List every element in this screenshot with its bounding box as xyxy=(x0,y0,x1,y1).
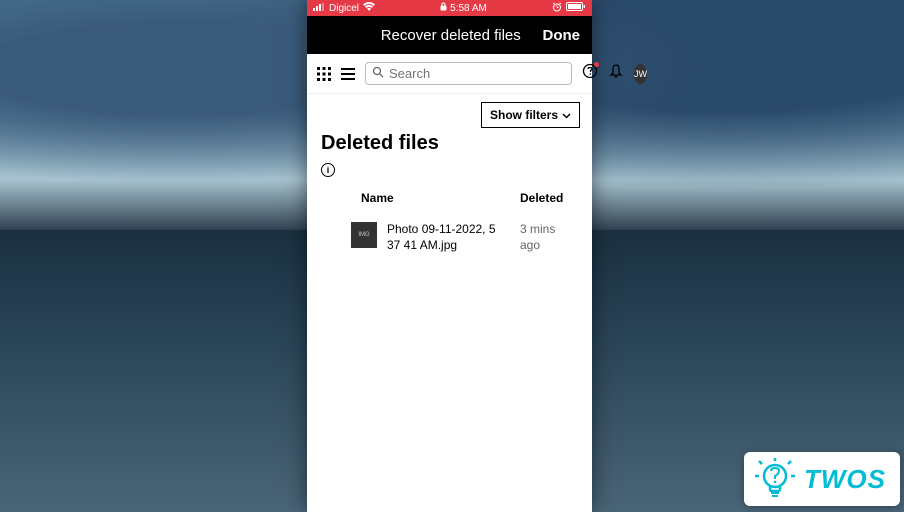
file-deleted-time: 3 mins ago xyxy=(520,222,578,253)
notification-dot xyxy=(594,62,599,67)
wifi-icon xyxy=(363,2,375,14)
grid-view-icon[interactable] xyxy=(317,67,331,81)
carrier-label: Digicel xyxy=(329,3,359,14)
search-field[interactable] xyxy=(389,66,565,81)
lock-icon xyxy=(440,2,447,14)
phone-frame: Digicel 5:58 AM Recover deleted files Do… xyxy=(307,0,592,512)
battery-icon xyxy=(566,2,586,14)
show-filters-button[interactable]: Show filters xyxy=(481,102,580,128)
toolbar: JW xyxy=(307,54,592,94)
column-header-deleted[interactable]: Deleted xyxy=(520,191,578,205)
page-title: Deleted files xyxy=(307,128,592,163)
help-icon[interactable] xyxy=(582,63,598,84)
chevron-down-icon xyxy=(562,108,571,122)
signal-icon xyxy=(313,3,325,14)
table-header: Name Deleted xyxy=(307,183,592,214)
status-bar: Digicel 5:58 AM xyxy=(307,0,592,16)
menu-icon[interactable] xyxy=(341,68,355,80)
nav-title: Recover deleted files xyxy=(359,27,543,44)
search-input[interactable] xyxy=(365,62,572,85)
twos-badge: TWOS xyxy=(744,452,900,506)
done-button[interactable]: Done xyxy=(543,27,581,44)
file-thumbnail: IMG xyxy=(351,222,377,248)
lightbulb-icon xyxy=(754,458,796,500)
bell-icon[interactable] xyxy=(608,63,624,84)
info-icon[interactable]: i xyxy=(321,163,335,177)
status-time: 5:58 AM xyxy=(450,3,487,14)
alarm-icon xyxy=(552,2,562,15)
file-name: Photo 09-11-2022, 5 37 41 AM.jpg xyxy=(387,222,510,253)
show-filters-label: Show filters xyxy=(490,108,558,122)
avatar[interactable]: JW xyxy=(634,64,647,84)
twos-label: TWOS xyxy=(804,464,886,495)
column-header-name[interactable]: Name xyxy=(321,191,520,205)
nav-bar: Recover deleted files Done xyxy=(307,16,592,54)
table-row[interactable]: IMG Photo 09-11-2022, 5 37 41 AM.jpg 3 m… xyxy=(307,214,592,261)
search-icon xyxy=(372,66,384,81)
